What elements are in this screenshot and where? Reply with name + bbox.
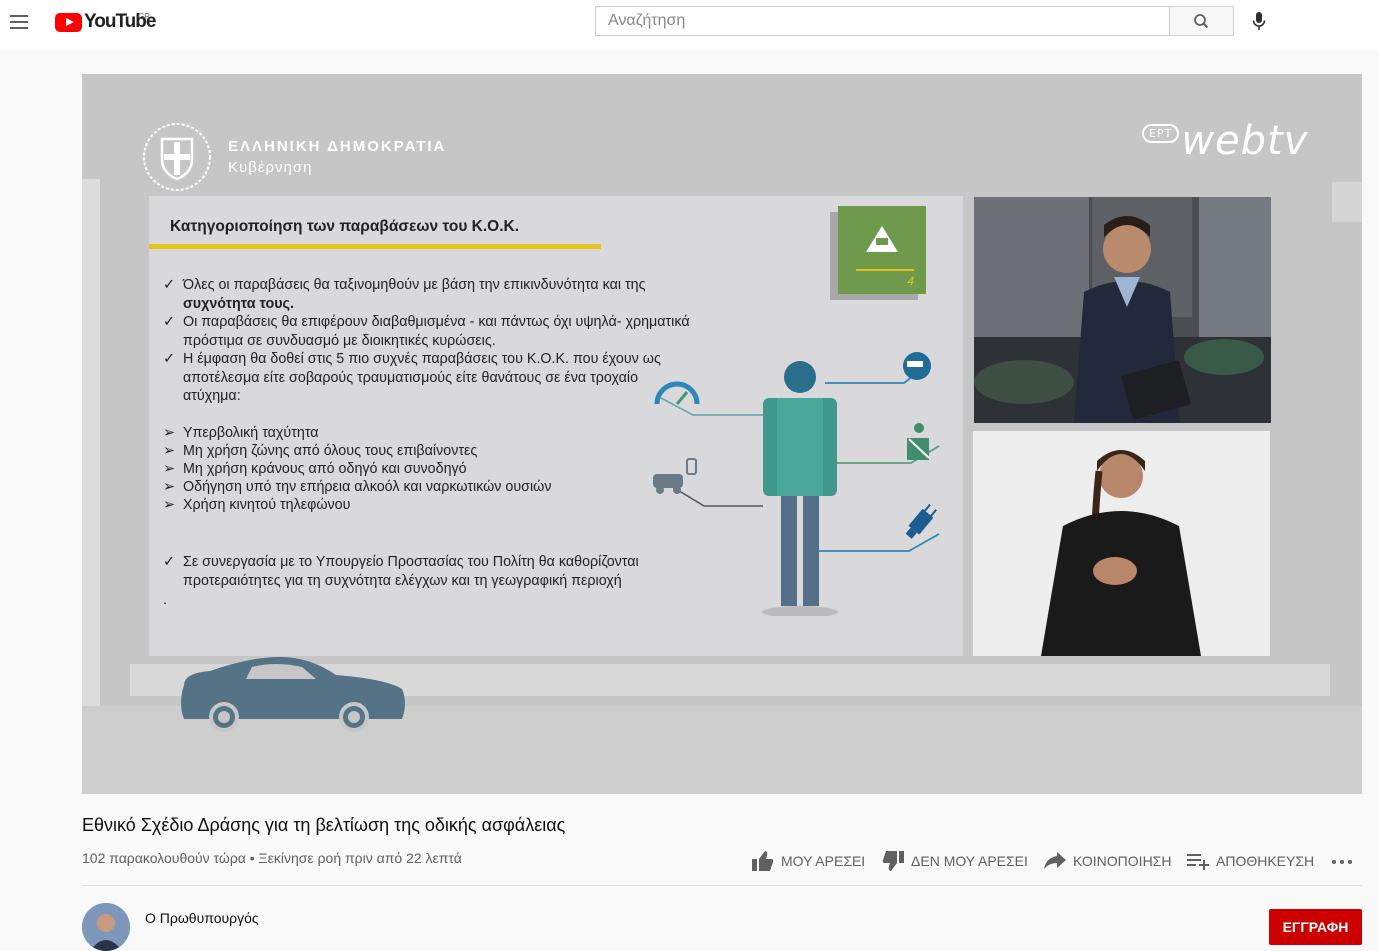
violation-text: Μη χρήση ζώνης από όλους τους επιβαίνοντ… [183,443,478,459]
bullet-1: ✓ Όλες οι παραβάσεις θα ταξινομηθούν με … [163,276,645,313]
video-player[interactable]: ΕΛΛΗΝΙΚΗ ΔΗΜΟΚΡΑΤΙΑ Κυβέρνηση ΕΡΤ webtv Κ… [82,74,1362,794]
arrow-icon: ➢ [163,497,175,513]
dislike-label: ΔΕΝ ΜΟΥ ΑΡΕΣΕΙ [911,853,1028,869]
masthead: YouTube GR [0,0,1379,50]
search-box [595,6,1170,36]
menu-icon[interactable] [8,10,32,34]
like-button[interactable]: ΜΟΥ ΑΡΕΣΕΙ [751,850,865,872]
channel-avatar[interactable] [82,903,130,951]
thumbs-down-icon [882,851,904,871]
check-icon: ✓ [163,277,175,293]
thumbs-up-icon [752,851,774,871]
voice-search-button[interactable] [1246,8,1272,34]
bullet-line: συχνότητα τους. [183,295,294,312]
share-button[interactable]: ΚΟΙΝΟΠΟΙΗΣΗ [1043,850,1171,872]
play-logo-icon [55,12,82,32]
search-input[interactable] [596,7,1169,35]
country-code: GR [138,12,150,21]
bullet-line: πρόστιμα σε συνδυασμό με διοικητικές κυρ… [183,332,496,349]
search-icon [1194,14,1209,29]
slide-dot: . [163,592,167,608]
violation-text: Οδήγηση υπό την επήρεια αλκοόλ και ναρκω… [183,479,552,495]
violation-text: Μη χρήση κράνους από οδηγό και συνοδηγό [183,461,467,477]
violation-text: Χρήση κινητού τηλεφώνου [183,497,351,513]
broadcaster-badge: ΕΡΤ [1142,123,1180,143]
violation-4: ➢ Οδήγηση υπό την επήρεια αλκοόλ και ναρ… [163,478,551,497]
interpreter-image [973,431,1270,656]
bullet-line: Η έμφαση θα δοθεί στις 5 πιο συχνές παρα… [183,351,661,367]
broadcaster-logo: ΕΡΤ webtv [1142,118,1308,164]
violation-5: ➢ Χρήση κινητού τηλεφώνου [163,496,350,515]
sign-language-interpreter [973,431,1270,656]
channel-name[interactable]: Ο Πρωθυπουργός [145,910,259,926]
human-figure-infographic [653,352,940,616]
dislike-button[interactable]: ΔΕΝ ΜΟΥ ΑΡΕΣΕΙ [881,850,1028,872]
bullet-4: ✓ Σε συνεργασία με το Υπουργείο Προστασί… [163,553,639,590]
bullet-line: αποτέλεσμα είτε σοβαρούς τραυματισμούς ε… [183,369,639,386]
title-underline [149,244,601,249]
like-label: ΜΟΥ ΑΡΕΣΕΙ [781,853,866,869]
check-icon: ✓ [163,314,175,330]
youtube-logo[interactable]: YouTube GR [55,11,156,33]
bullet-2: ✓ Οι παραβάσεις θα επιφέρουν διαβαθμισμέ… [163,313,690,350]
arrow-icon: ➢ [163,425,175,441]
sports-car-icon [181,657,405,732]
search-button[interactable] [1170,6,1234,36]
violation-3: ➢ Μη χρήση κράνους από οδηγό και συνοδηγ… [163,460,467,479]
arrow-icon: ➢ [163,443,175,459]
broadcaster-text: webtv [1181,118,1309,164]
bullet-line: Σε συνεργασία με το Υπουργείο Προστασίας… [183,554,639,570]
bullet-line: Οι παραβάσεις θα επιφέρουν διαβαθμισμένα… [183,314,690,330]
presentation-slide: Κατηγοριοποίηση των παραβάσεων του Κ.Ο.Κ… [149,196,963,656]
microphone-icon [1252,12,1266,30]
save-button[interactable]: ΑΠΟΘΗΚΕΥΣΗ [1186,850,1314,872]
avatar-image [82,903,130,951]
arrow-icon: ➢ [163,479,175,495]
gov-subtitle: Κυβέρνηση [228,159,313,176]
divider [82,885,1362,886]
check-icon: ✓ [163,351,175,367]
presenter-video [974,197,1271,423]
gov-title: ΕΛΛΗΝΙΚΗ ΔΗΜΟΚΡΑΤΙΑ [228,138,447,155]
violation-1: ➢ Υπερβολική ταχύτητα [163,424,319,443]
arrow-icon: ➢ [163,461,175,477]
subscribe-button[interactable]: ΕΓΓΡΑΦΗ [1269,909,1362,945]
save-label: ΑΠΟΘΗΚΕΥΣΗ [1216,853,1315,869]
badge-number: 4 [907,274,914,288]
playlist-add-icon [1187,854,1209,870]
slide-title: Κατηγοριοποίηση των παραβάσεων του Κ.Ο.Κ… [170,218,520,235]
check-icon: ✓ [163,554,175,570]
bullet-3: ✓ Η έμφαση θα δοθεί στις 5 πιο συχνές πα… [163,350,661,406]
violation-2: ➢ Μη χρήση ζώνης από όλους τους επιβαίνο… [163,442,477,461]
video-meta: 102 παρακολουθούν τώρα • Ξεκίνησε ροή πρ… [82,850,462,866]
speed-camera-badge: 4 [838,206,926,294]
coat-of-arms-icon [143,123,211,191]
presenter-image [974,197,1271,423]
share-icon [1044,852,1066,869]
video-title: Εθνικό Σχέδιο Δράσης για τη βελτίωση της… [82,815,566,835]
more-icon [1332,860,1352,864]
share-label: ΚΟΙΝΟΠΟΙΗΣΗ [1073,853,1172,869]
bullet-line: ατύχημα: [183,388,241,404]
bullet-line: προτεραιότητες για τη συχνότητα ελέγχων … [183,572,622,589]
violation-text: Υπερβολική ταχύτητα [183,425,319,441]
government-header: ΕΛΛΗΝΙΚΗ ΔΗΜΟΚΡΑΤΙΑ Κυβέρνηση [142,122,446,192]
bullet-line: Όλες οι παραβάσεις θα ταξινομηθούν με βά… [183,277,646,293]
more-actions-button[interactable] [1330,852,1360,872]
